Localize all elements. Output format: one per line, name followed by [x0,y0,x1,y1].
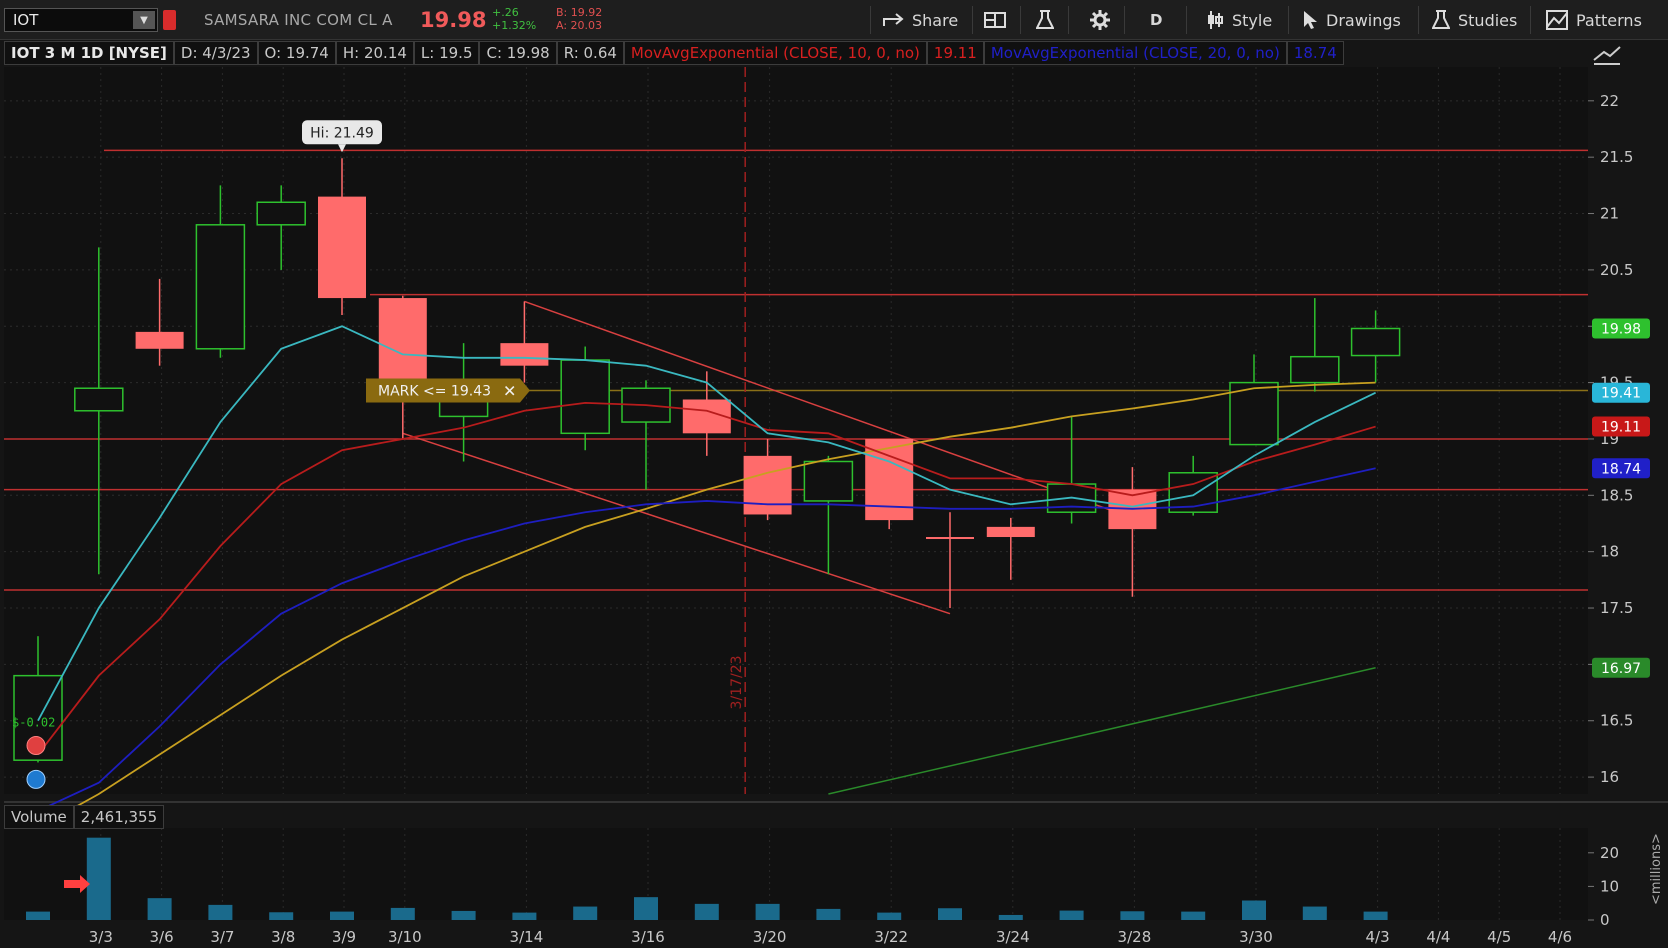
volume-bar[interactable] [816,908,841,920]
candle-body-up[interactable] [1350,327,1401,357]
volume-unit-label: <millions> [1649,833,1664,905]
price-badge-label: 16.97 [1601,661,1641,677]
candle-body-down[interactable] [500,343,549,366]
x-tick-label: 3/3 [89,928,113,946]
volume-bar[interactable] [512,912,537,920]
high-bubble-label: Hi: 21.49 [310,125,374,141]
close-icon[interactable]: ✕ [503,381,516,400]
price-pane[interactable] [4,67,1588,794]
x-tick-label: 4/5 [1487,928,1511,946]
volume-bar[interactable] [877,912,902,920]
volume-bar[interactable] [1363,911,1388,920]
volume-bar[interactable] [390,907,415,920]
volume-bar[interactable] [26,911,50,920]
y-tick-label: 18 [1600,543,1619,561]
volume-bar[interactable] [269,912,294,920]
volume-tick-label: 0 [1600,911,1610,929]
mark-order-label: MARK <= 19.43 [378,383,491,399]
x-tick-label: 4/6 [1548,928,1572,946]
volume-bar[interactable] [1302,906,1327,920]
y-tick-label: 16 [1600,768,1619,786]
price-badge-label: 18.74 [1601,461,1641,477]
event-date-label: 3/17/23 [729,655,745,709]
y-tick-label: 16.5 [1600,712,1633,730]
price-badge-label: 19.11 [1601,420,1641,436]
x-tick-label: 3/30 [1239,928,1273,946]
volume-bar[interactable] [938,908,962,920]
x-tick-label: 4/4 [1426,928,1450,946]
candle-body-up[interactable] [803,460,854,502]
candle-body-down[interactable] [318,196,366,299]
candle-body-up[interactable] [195,224,246,350]
candle-body-down[interactable] [743,455,792,515]
candle-body-up[interactable] [560,359,610,435]
x-tick-label: 4/3 [1366,928,1390,946]
volume-tick-label: 10 [1600,877,1619,895]
candle-body-down[interactable] [135,331,184,349]
y-tick-label: 18.5 [1600,486,1633,504]
volume-bar[interactable] [998,914,1023,920]
volume-value: 2,461,355 [73,805,165,829]
volume-bar[interactable] [1242,900,1266,920]
volume-bar[interactable] [451,910,476,920]
x-tick-label: 3/14 [510,928,544,946]
price-badge-label: 19.41 [1601,386,1641,402]
volume-bar[interactable] [147,898,172,920]
volume-tick-label: 20 [1600,844,1619,862]
x-tick-label: 3/28 [1118,928,1152,946]
y-tick-label: 21 [1600,205,1619,223]
volume-bar[interactable] [208,904,233,920]
volume-bar[interactable] [634,897,658,920]
lightbulb-icon[interactable] [26,769,46,789]
volume-bar[interactable] [1181,911,1206,920]
volume-bar[interactable] [1059,910,1084,920]
price-badge-label: 19.98 [1601,321,1641,337]
x-tick-label: 3/22 [874,928,908,946]
candle-body-up[interactable] [256,201,306,226]
volume-panel-header: Volume 2,461,355 [4,805,165,829]
volume-pane[interactable] [4,828,1588,920]
volume-bar[interactable] [1120,911,1145,920]
x-tick-label: 3/24 [996,928,1030,946]
x-tick-label: 3/16 [631,928,665,946]
x-tick-label: 3/7 [210,928,234,946]
volume-bar[interactable] [573,906,598,920]
x-tick-label: 3/9 [332,928,356,946]
dividend-note: $-0.02 [12,716,55,730]
y-tick-label: 21.5 [1600,148,1633,166]
candle-body-down[interactable] [986,526,1035,538]
price-chart[interactable]: 1616.51717.51818.51919.52020.52121.5223/… [0,0,1668,948]
candle-body-up[interactable] [1290,355,1340,384]
x-tick-label: 3/8 [271,928,295,946]
y-tick-label: 17.5 [1600,599,1633,617]
volume-label: Volume [4,805,74,829]
volume-bar[interactable] [755,903,780,920]
volume-bar[interactable] [694,903,719,920]
earnings-icon[interactable] [26,736,46,756]
candle-body-down[interactable] [926,537,974,540]
x-tick-label: 3/20 [753,928,787,946]
x-tick-label: 3/6 [150,928,174,946]
x-tick-label: 3/10 [388,928,422,946]
y-tick-label: 22 [1600,92,1619,110]
volume-bar[interactable] [330,911,354,920]
candle-body-down[interactable] [378,298,427,383]
volume-bar[interactable] [86,837,111,920]
y-tick-label: 20.5 [1600,261,1633,279]
candle-body-up[interactable] [74,387,124,412]
